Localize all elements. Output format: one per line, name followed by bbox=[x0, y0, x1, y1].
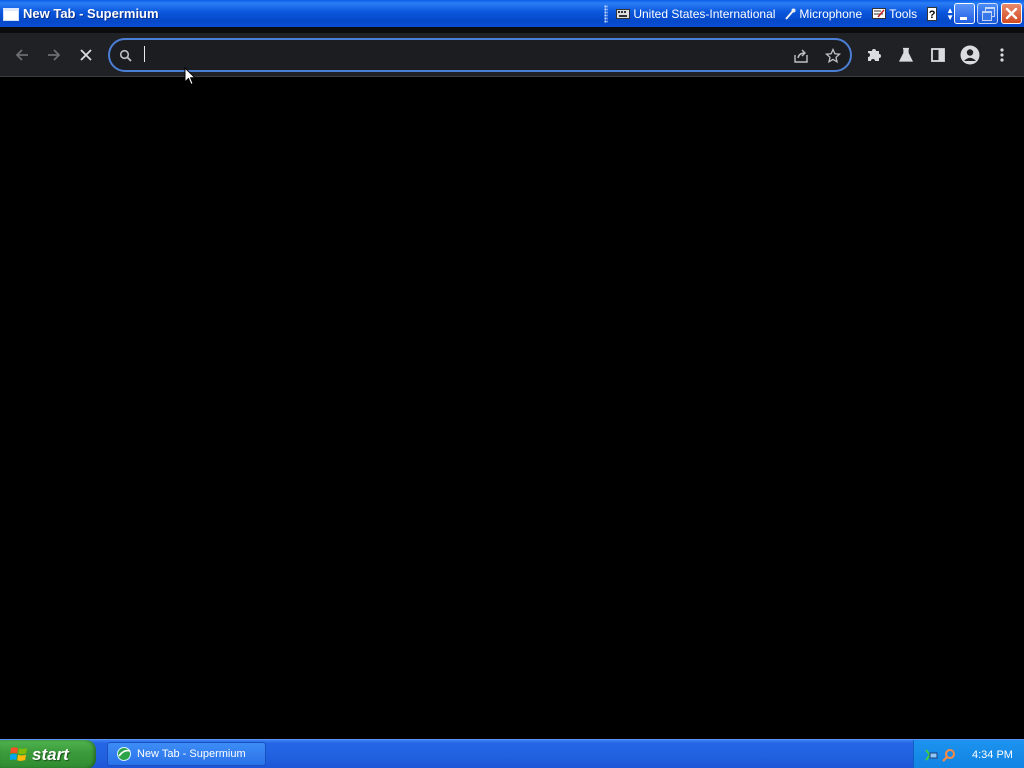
tools-label: Tools bbox=[889, 6, 918, 21]
close-icon bbox=[80, 49, 92, 61]
start-button[interactable]: start bbox=[0, 740, 96, 768]
minimize-button[interactable] bbox=[954, 3, 975, 24]
share-icon[interactable] bbox=[792, 47, 810, 65]
microphone-label: Microphone bbox=[799, 6, 863, 21]
browser-menu-button[interactable] bbox=[991, 44, 1013, 66]
microphone-button[interactable]: Microphone bbox=[785, 7, 862, 21]
search-icon bbox=[117, 47, 135, 65]
mouse-pointer-icon bbox=[184, 67, 196, 86]
system-tray: 4:34 PM bbox=[913, 740, 1024, 768]
puzzle-icon bbox=[868, 49, 881, 61]
network-icon[interactable] bbox=[924, 748, 938, 762]
keyboard-layout-button[interactable]: United States-International bbox=[616, 7, 775, 21]
kebab-menu-icon bbox=[1000, 48, 1004, 62]
search-tray-icon[interactable] bbox=[942, 748, 956, 762]
language-bar-grip[interactable] bbox=[604, 4, 609, 23]
side-panel-button[interactable] bbox=[927, 44, 949, 66]
language-bar[interactable]: United States-International Microphone T… bbox=[604, 2, 954, 25]
close-window-button[interactable] bbox=[1001, 3, 1022, 24]
microphone-icon bbox=[785, 8, 796, 20]
avatar-icon bbox=[960, 45, 980, 65]
tools-icon bbox=[872, 8, 887, 19]
page-content[interactable] bbox=[0, 78, 1024, 739]
flask-icon bbox=[898, 47, 914, 62]
windows-logo-icon bbox=[10, 747, 27, 761]
keyboard-layout-label: United States-International bbox=[633, 6, 776, 21]
window-title-bar[interactable]: New Tab - Supermium United States-Intern… bbox=[0, 0, 1024, 27]
bookmark-star-icon[interactable] bbox=[824, 47, 842, 65]
supermium-icon bbox=[117, 747, 131, 761]
extensions-button[interactable] bbox=[863, 44, 885, 66]
tab-strip bbox=[0, 27, 1024, 33]
arrow-right-icon bbox=[48, 49, 61, 61]
stop-loading-button[interactable] bbox=[75, 44, 97, 66]
tools-button[interactable]: Tools bbox=[872, 7, 917, 21]
forward-button[interactable] bbox=[43, 44, 65, 66]
taskbar: start New Tab - Supermium 4:34 PM bbox=[0, 739, 1024, 768]
language-bar-options-icon[interactable]: ▲ ▼ bbox=[946, 6, 954, 21]
start-label: start bbox=[32, 744, 69, 764]
taskbar-button-supermium[interactable]: New Tab - Supermium bbox=[107, 742, 266, 766]
clock[interactable]: 4:34 PM bbox=[972, 749, 1013, 761]
back-button[interactable] bbox=[11, 44, 33, 66]
restore-button[interactable] bbox=[977, 3, 998, 24]
window-title: New Tab - Supermium bbox=[23, 6, 159, 21]
taskbar-button-label: New Tab - Supermium bbox=[137, 748, 246, 760]
address-bar[interactable] bbox=[108, 38, 852, 72]
keyboard-icon bbox=[616, 8, 631, 19]
help-button[interactable]: ? bbox=[927, 6, 938, 21]
address-input[interactable] bbox=[142, 44, 782, 66]
labs-button[interactable] bbox=[895, 44, 917, 66]
arrow-left-icon bbox=[15, 49, 28, 61]
profile-button[interactable] bbox=[959, 44, 981, 66]
close-icon bbox=[1005, 7, 1018, 20]
window-icon bbox=[3, 7, 19, 21]
text-caret bbox=[144, 46, 145, 62]
side-panel-icon bbox=[931, 48, 945, 62]
